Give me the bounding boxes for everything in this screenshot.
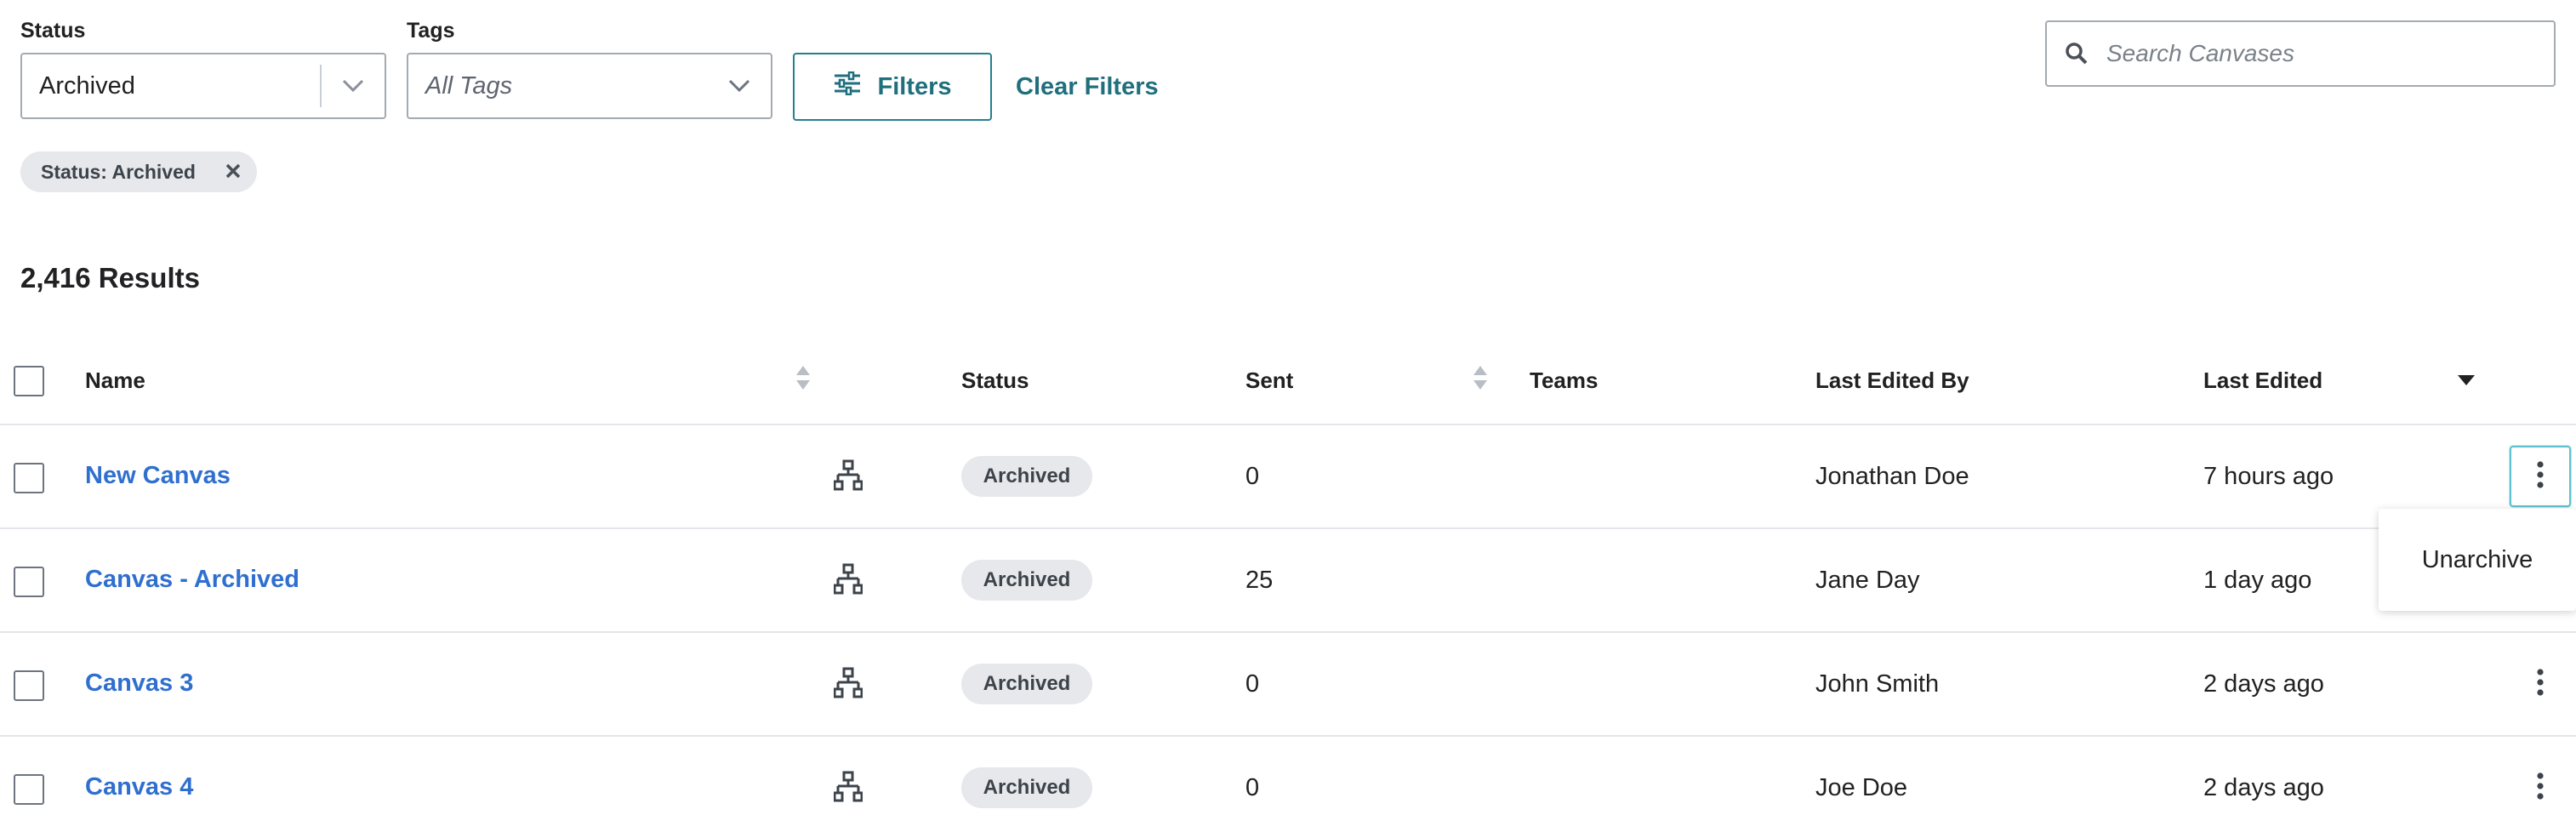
search-placeholder: Search Canvases [2106,40,2295,66]
sent-count: 0 [1245,463,1260,490]
active-filter-chip: Status: Archived [20,151,257,192]
row-actions-button[interactable] [2510,757,2571,818]
sort-icon[interactable] [795,364,812,396]
status-select-value: Archived [39,71,135,100]
flow-icon [833,459,863,496]
flow-icon [833,667,863,704]
kebab-icon [2536,668,2545,701]
search-icon [2047,42,2106,66]
chevron-down-icon[interactable] [708,54,771,117]
canvas-name-link[interactable]: Canvas 4 [85,773,193,801]
last-edited: 2 days ago [2203,774,2324,801]
status-select[interactable]: Archived [20,53,386,119]
canvas-name-link[interactable]: Canvas 3 [85,670,193,698]
kebab-icon [2536,772,2545,805]
row-checkbox[interactable] [14,774,44,805]
last-edited-by: Joe Doe [1815,774,1908,801]
flow-icon [833,563,863,600]
status-badge: Archived [961,456,1092,497]
canvas-name-link[interactable]: Canvas - Archived [85,566,299,594]
row-checkbox[interactable] [14,463,44,493]
row-divider [0,631,2576,633]
column-header-last-edited[interactable]: Last Edited [2203,368,2322,394]
row-divider [0,527,2576,529]
tags-select-placeholder: All Tags [425,71,513,100]
last-edited-by: Jonathan Doe [1815,463,1969,490]
column-header-last-edited-by: Last Edited By [1815,368,1969,393]
tags-select[interactable]: All Tags [407,53,772,119]
sent-count: 0 [1245,670,1260,698]
column-header-status: Status [961,368,1029,393]
flow-icon [833,771,863,807]
row-checkbox[interactable] [14,567,44,597]
status-badge: Archived [961,767,1092,808]
sent-count: 0 [1245,774,1260,801]
status-filter-label: Status [20,19,86,43]
row-actions-button[interactable] [2510,653,2571,715]
clear-filters-link[interactable]: Clear Filters [1016,73,1159,101]
header-divider [0,424,2576,425]
last-edited-by: Jane Day [1815,567,1920,594]
canvas-name-link[interactable]: New Canvas [85,462,231,490]
row-actions-button[interactable] [2510,446,2571,507]
search-input[interactable]: Search Canvases [2045,20,2556,87]
row-actions-menu: Unarchive [2379,509,2576,611]
chevron-down-icon[interactable] [322,54,385,117]
status-badge: Archived [961,664,1092,704]
last-edited: 7 hours ago [2203,463,2334,490]
active-filter-chip-label: Status: Archived [41,160,196,183]
column-header-sent[interactable]: Sent [1245,368,1293,394]
column-header-teams: Teams [1530,368,1599,393]
sliders-icon [833,71,862,102]
sort-desc-icon[interactable] [2457,374,2476,390]
column-header-name[interactable]: Name [85,368,145,394]
row-checkbox[interactable] [14,670,44,701]
select-all-checkbox[interactable] [14,366,44,396]
sent-count: 25 [1245,567,1274,594]
last-edited: 2 days ago [2203,670,2324,698]
tags-filter-label: Tags [407,19,455,43]
menu-item-unarchive[interactable]: Unarchive [2422,546,2533,574]
filters-button-label: Filters [877,72,952,100]
kebab-icon [2536,460,2545,493]
last-edited: 1 day ago [2203,567,2312,594]
results-count: 2,416 Results [20,262,200,293]
row-divider [0,735,2576,737]
sort-icon[interactable] [1472,364,1489,396]
filters-button[interactable]: Filters [793,53,992,121]
last-edited-by: John Smith [1815,670,1940,698]
status-badge: Archived [961,560,1092,601]
close-icon[interactable] [223,161,243,186]
